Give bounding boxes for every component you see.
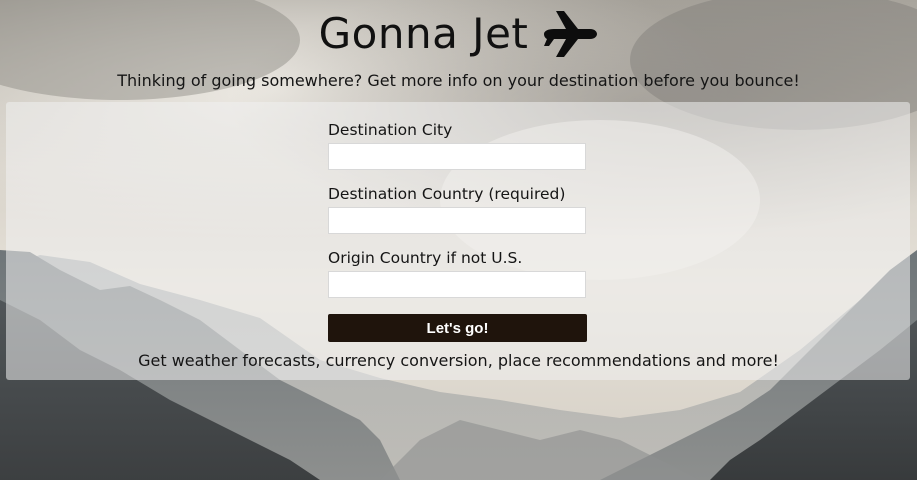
airplane-icon bbox=[542, 9, 598, 59]
origin-country-label: Origin Country if not U.S. bbox=[328, 249, 523, 267]
destination-country-label: Destination Country (required) bbox=[328, 185, 566, 203]
lets-go-button[interactable]: Let's go! bbox=[328, 314, 587, 342]
destination-country-input[interactable] bbox=[328, 207, 586, 234]
origin-country-input[interactable] bbox=[328, 271, 586, 298]
destination-city-input[interactable] bbox=[328, 143, 586, 170]
title-row: Gonna Jet bbox=[0, 8, 917, 60]
features-description: Get weather forecasts, currency conversi… bbox=[138, 351, 779, 370]
destination-city-label: Destination City bbox=[328, 121, 453, 139]
page-title: Gonna Jet bbox=[318, 9, 529, 58]
tagline: Thinking of going somewhere? Get more in… bbox=[117, 71, 800, 90]
page-header: Gonna Jet Thinking of going somewhere? G… bbox=[0, 0, 917, 100]
